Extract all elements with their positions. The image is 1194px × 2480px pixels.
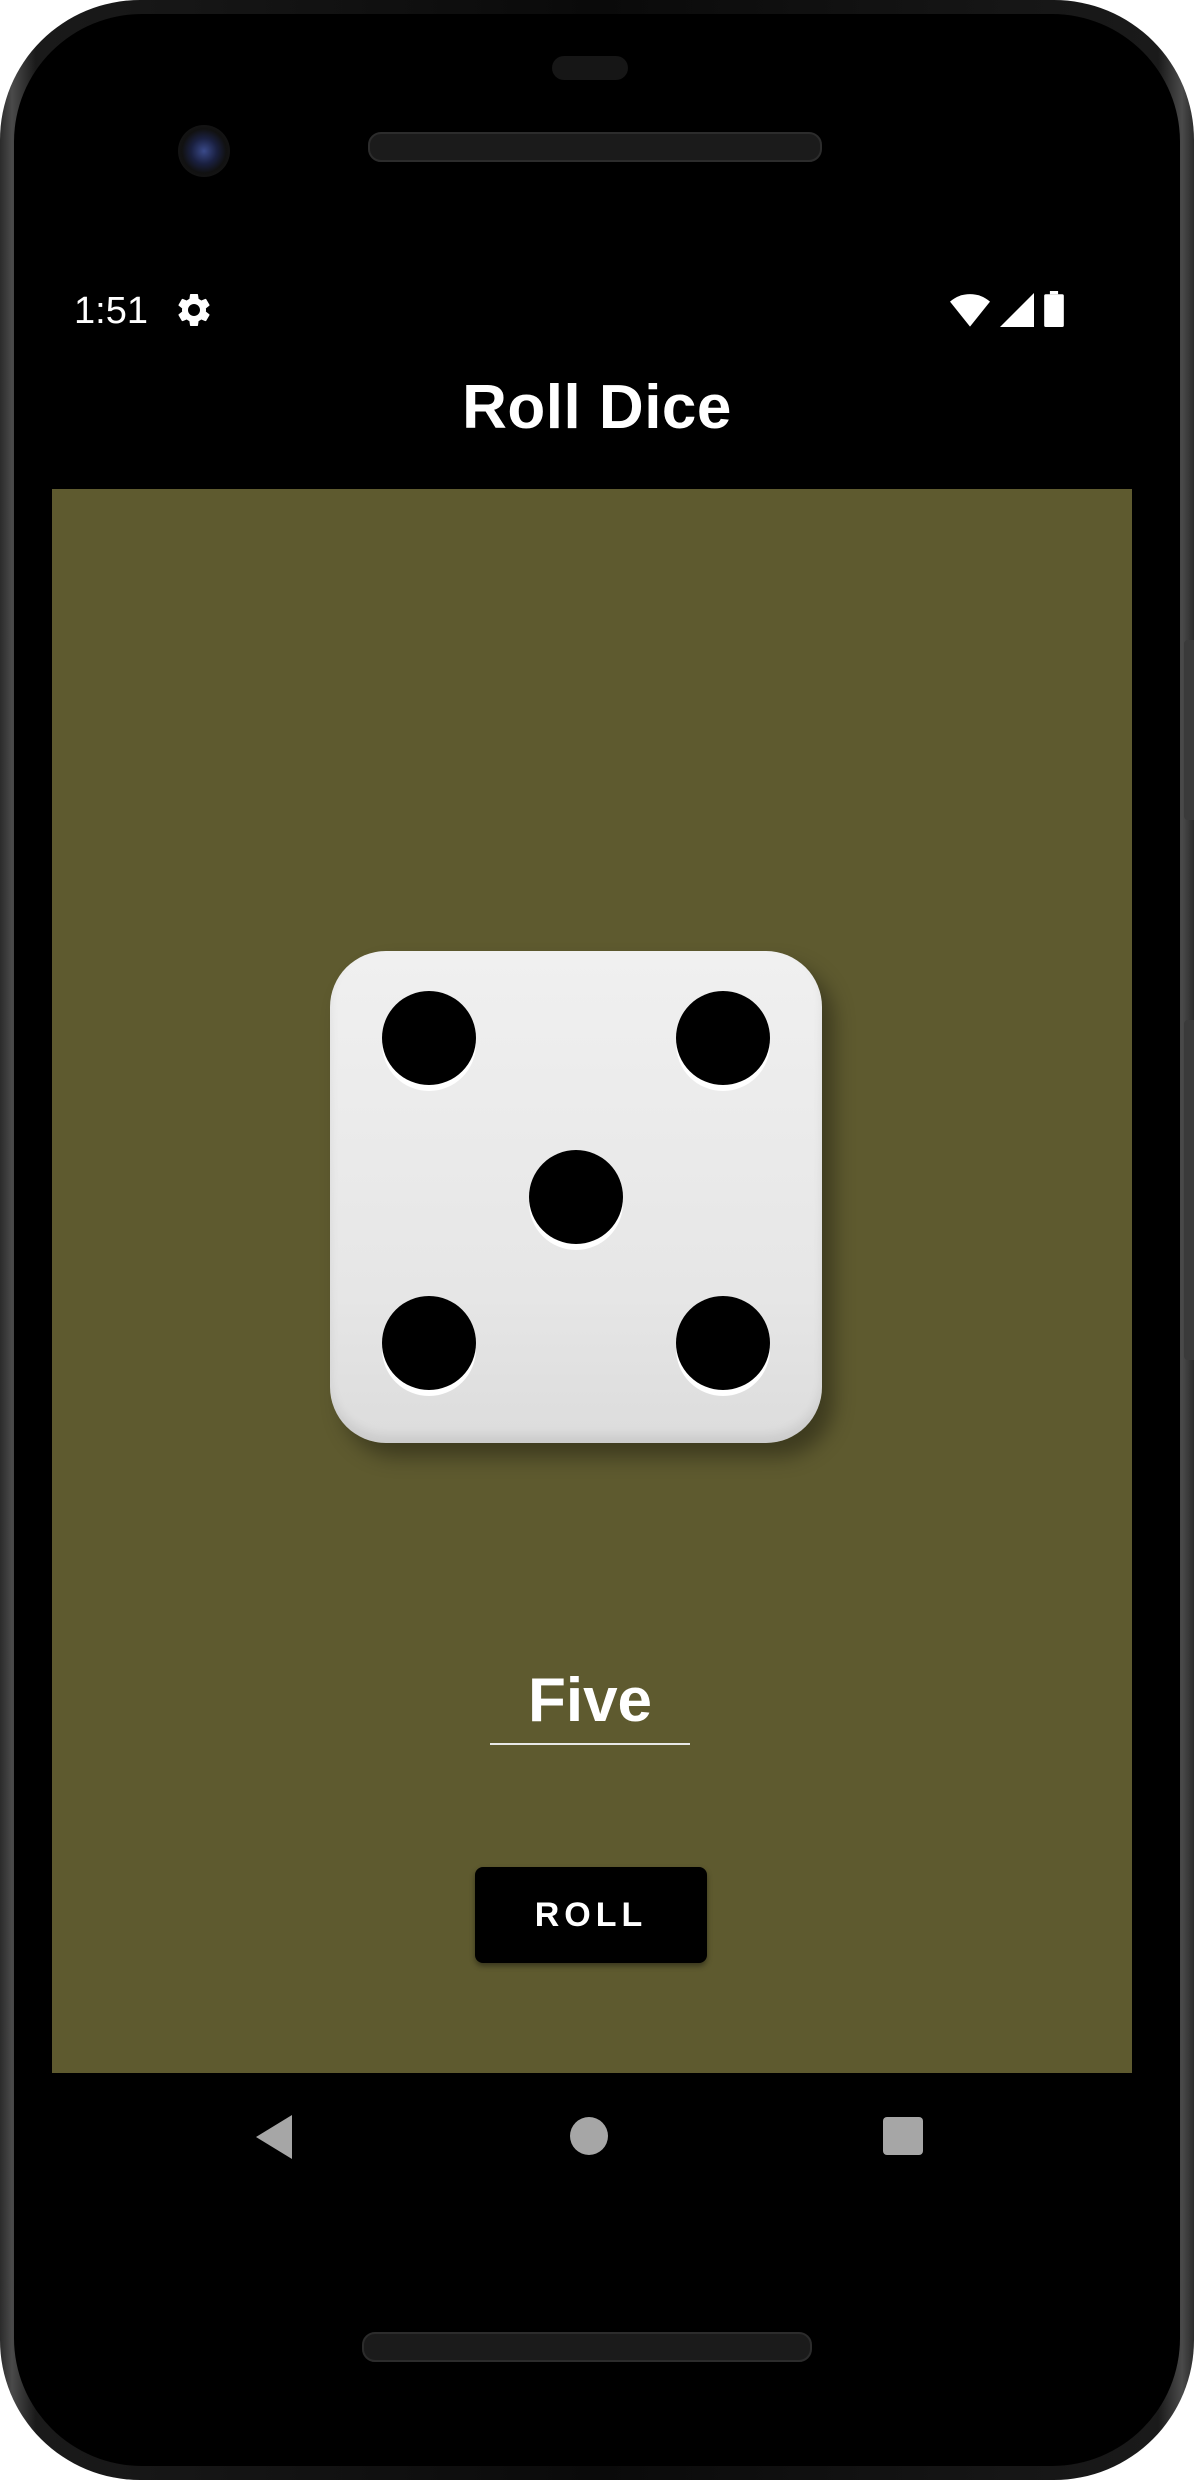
proximity-sensor [552,56,628,80]
back-icon[interactable] [256,2115,292,2159]
phone-frame: 1:51 Roll Dice Five ROLL [0,0,1194,2480]
result-field: Five [490,1659,690,1745]
app-bar-title: Roll Dice [462,373,732,442]
dice-pip [676,991,770,1085]
dice-pip [676,1296,770,1390]
main-content: Five ROLL [52,489,1132,2073]
status-bar: 1:51 [52,278,1064,344]
recents-icon[interactable] [883,2117,923,2155]
roll-button[interactable]: ROLL [475,1867,707,1963]
front-camera [178,125,230,177]
power-button [1184,640,1194,820]
dice-pip [382,1296,476,1390]
battery-icon [1044,291,1064,332]
navigation-bar [52,2073,1132,2203]
cellular-signal-icon [1000,293,1034,332]
status-time: 1:51 [74,290,148,332]
status-icons [950,291,1064,332]
bottom-speaker [362,2332,812,2362]
dice-pip [529,1150,623,1244]
gear-icon [174,290,214,330]
dice-image [330,951,822,1443]
dice-pip [382,991,476,1085]
volume-button [1184,1020,1194,1360]
wifi-icon [950,293,990,332]
result-text: Five [527,1666,653,1735]
earpiece-speaker [368,132,822,162]
home-icon[interactable] [570,2117,608,2155]
